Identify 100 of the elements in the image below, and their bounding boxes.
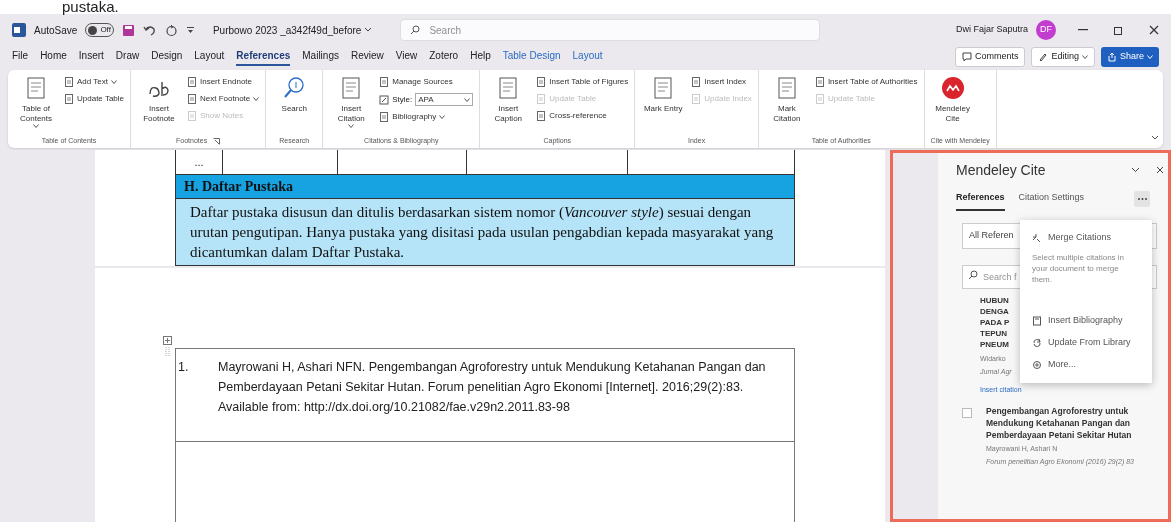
document-icon <box>691 94 702 104</box>
caret-icon <box>439 115 446 119</box>
document-icon <box>64 94 74 104</box>
style-icon <box>379 94 390 105</box>
search-icon <box>968 270 978 280</box>
ribbon-tab[interactable]: Layout <box>194 48 225 66</box>
ribbon-button[interactable]: Table of Contents <box>14 76 58 134</box>
document-title[interactable]: Purbowo 2023 _a342f49d_before <box>212 22 373 38</box>
panel-tab[interactable]: Citation Settings <box>1018 187 1085 211</box>
ribbon-tab[interactable]: View <box>395 48 418 66</box>
document-icon <box>187 94 197 104</box>
ribbon-tab[interactable]: File <box>12 48 29 66</box>
ribbon-tab[interactable]: Insert <box>78 48 104 66</box>
editing-button[interactable]: Editing <box>1031 47 1095 67</box>
ribbon-tab[interactable]: Zotero <box>429 48 459 66</box>
reference-title: Pengembangan Agroforestry untuk Mendukung Ketahanan Pangan dan Pemberdayaan Petani Sekitar Hutan <box>986 405 1133 441</box>
search-field[interactable]: Search <box>400 19 821 41</box>
document-icon <box>536 94 547 104</box>
caret-icon <box>1147 55 1153 59</box>
share-button[interactable]: Share <box>1100 47 1159 67</box>
document-icon <box>536 111 547 121</box>
ribbon-tab[interactable]: Review <box>350 48 384 66</box>
ribbon-button[interactable]: Insert Citation <box>329 76 374 134</box>
close-icon[interactable] <box>1156 166 1164 174</box>
ribbon-button[interactable]: Insert Caption <box>486 76 531 134</box>
comment-icon <box>961 52 972 62</box>
redo-icon[interactable] <box>164 23 178 37</box>
ribbon-tab[interactable]: References <box>236 48 291 66</box>
table-move-handle-icon[interactable] <box>163 336 172 358</box>
reference-checkbox[interactable] <box>962 408 972 418</box>
document-icon <box>1032 316 1042 326</box>
document-icon <box>379 112 390 122</box>
pencil-icon <box>1038 52 1049 62</box>
ribbon-tab[interactable]: Draw <box>115 48 140 66</box>
ribbon-tab[interactable]: Help <box>470 48 491 66</box>
caret-icon <box>1081 55 1088 59</box>
menu-item[interactable]: More... <box>1032 357 1140 373</box>
ribbon-tab[interactable]: Layout <box>572 48 603 66</box>
autosave-label: AutoSave <box>34 23 78 38</box>
ribbon-tab[interactable]: Table Design <box>502 48 561 66</box>
style-dropdown[interactable]: APA <box>415 93 474 106</box>
ribbon-button[interactable]: Mark Citation <box>764 76 809 134</box>
reference-title-fragment: PNEUM <box>980 339 1009 350</box>
caret-icon <box>464 97 471 102</box>
reference-title-fragment: TEPUN <box>980 328 1008 339</box>
restore-icon[interactable] <box>1114 25 1123 35</box>
document-icon <box>187 111 197 121</box>
document-icon <box>187 77 197 87</box>
document-icon <box>24 76 48 100</box>
reference-title-fragment: DENGA <box>980 306 1009 317</box>
reference-text: Mayrowani H, Ashari NFN. Pengembangan Agroforestry untuk Mendukung Ketahanan Pangan dan Pemberdayaan Petani Sekitar Hutan. Forum penelitian Agro Ekonomi [Internet]. 2016;29(2):83. Available from: http://dx.doi.org/10.21082/fae.v29n2.2011.83-98 <box>218 359 767 416</box>
user-avatar[interactable]: DF <box>1036 20 1056 40</box>
list-number: 1. <box>178 359 190 376</box>
ribbon-button[interactable]: Mark Entry <box>641 76 686 134</box>
ribbon-button[interactable]: Insert Table of Authorities <box>814 76 918 88</box>
ribbon-button[interactable]: Update Table <box>64 93 124 105</box>
caret-icon <box>111 80 117 84</box>
ribbon-button[interactable]: Search <box>272 76 317 134</box>
menu-description: Select multiple citations in your document to merge them. <box>1032 252 1126 285</box>
save-icon[interactable] <box>121 23 135 37</box>
collapse-ribbon-icon[interactable] <box>1151 135 1159 140</box>
app-logo-icon <box>940 76 965 100</box>
panel-tab[interactable]: References <box>956 187 1005 211</box>
ribbon-button[interactable]: Insert Table of Figures <box>536 76 629 88</box>
comments-button[interactable]: Comments <box>954 47 1026 67</box>
document-icon <box>64 77 74 87</box>
document-icon <box>814 77 825 87</box>
user-name: Dwi Fajar Saputra <box>955 23 1028 37</box>
ribbon-button[interactable]: Add Text <box>64 76 124 88</box>
ribbon-button[interactable]: Insert Endnote <box>187 76 260 88</box>
menu-item[interactable]: Merge Citations <box>1032 230 1140 246</box>
ribbon-button[interactable]: Insert Footnote <box>137 76 181 134</box>
merge-icon <box>1032 233 1042 243</box>
app-logo-icon <box>12 23 26 37</box>
ribbon-button[interactable]: Next Footnote <box>187 93 260 105</box>
document-icon <box>379 77 390 87</box>
reference-title-fragment: HUBUN <box>980 295 1009 306</box>
search-icon <box>282 76 307 100</box>
menu-item[interactable]: Update From Library <box>1032 335 1140 351</box>
ribbon-tab[interactable]: Design <box>151 48 183 66</box>
ribbon-button[interactable]: Cross-reference <box>536 110 629 122</box>
close-icon[interactable] <box>1149 25 1159 35</box>
menu-item[interactable]: Insert Bibliography <box>1032 313 1140 329</box>
ribbon-button[interactable]: Mendeley Cite <box>930 76 975 134</box>
ribbon-tab[interactable]: Mailings <box>302 48 339 66</box>
more-options-button[interactable] <box>1134 191 1150 207</box>
ribbon-tab[interactable]: Home <box>40 48 67 66</box>
caret-icon <box>33 124 39 128</box>
chevron-down-icon[interactable] <box>1131 167 1140 173</box>
ribbon-button[interactable]: Insert Index <box>691 76 752 88</box>
customize-toolbar-icon[interactable] <box>185 25 195 35</box>
section-paragraph: Daftar pustaka disusun dan ditulis berdasarkan sistem nomor (Vancouver style) sesuai dengan urutan pengutipan. Hanya pustaka yang disitasi pada usulan pengabdian kepada masyarakat yang dicantumkan dalam Daftar Pustaka. <box>190 203 775 262</box>
settings-icon <box>1032 360 1042 370</box>
share-icon <box>1106 52 1117 62</box>
section-heading: H. Daftar Pustaka <box>184 178 294 196</box>
minimize-icon[interactable] <box>1078 29 1088 31</box>
ribbon-button[interactable]: Manage Sources <box>379 76 474 88</box>
undo-icon[interactable] <box>142 23 157 37</box>
ribbon-button[interactable]: Bibliography <box>379 111 474 123</box>
panel-title: Mendeley Cite <box>956 160 1046 180</box>
